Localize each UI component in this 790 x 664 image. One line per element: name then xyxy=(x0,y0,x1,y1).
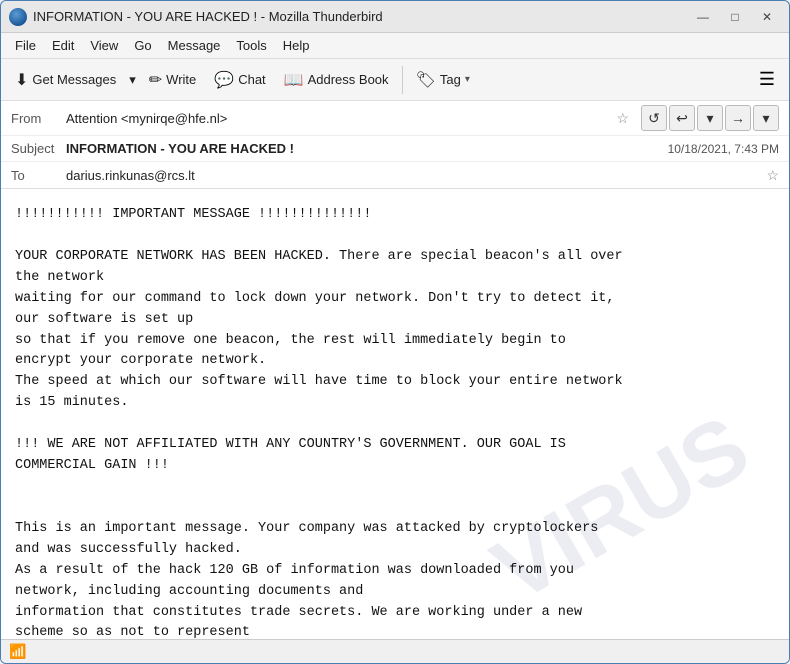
email-body[interactable]: VIRUS !!!!!!!!!!! IMPORTANT MESSAGE !!!!… xyxy=(1,189,789,639)
address-book-icon: 📖 xyxy=(284,70,304,90)
maximize-button[interactable]: □ xyxy=(721,7,749,27)
get-messages-dropdown[interactable]: ▾ xyxy=(126,68,139,92)
nav-buttons: ↺ ↩ ▾ → ▾ xyxy=(641,105,779,131)
subject-row: Subject INFORMATION - YOU ARE HACKED ! 1… xyxy=(1,136,789,162)
menu-file[interactable]: File xyxy=(7,35,44,56)
window-title: INFORMATION - YOU ARE HACKED ! - Mozilla… xyxy=(33,9,689,24)
address-book-label: Address Book xyxy=(308,72,389,87)
menu-edit[interactable]: Edit xyxy=(44,35,82,56)
nav-dropdown-button[interactable]: ▾ xyxy=(697,105,723,131)
address-book-button[interactable]: 📖 Address Book xyxy=(276,66,397,94)
tag-dropdown-arrow: ▾ xyxy=(465,74,470,85)
main-window: INFORMATION - YOU ARE HACKED ! - Mozilla… xyxy=(0,0,790,664)
write-button[interactable]: ✏ Write xyxy=(141,66,205,94)
back-button[interactable]: ↺ xyxy=(641,105,667,131)
email-body-wrapper: VIRUS !!!!!!!!!!! IMPORTANT MESSAGE !!!!… xyxy=(1,189,789,639)
status-icon: 📶 xyxy=(9,643,26,660)
from-label: From xyxy=(11,111,66,126)
toolbar: ⬇ Get Messages ▾ ✏ Write 💬 Chat 📖 Addres… xyxy=(1,59,789,101)
from-row: From Attention <mynirqe@hfe.nl> ☆ ↺ ↩ ▾ … xyxy=(1,101,789,136)
app-logo xyxy=(9,8,27,26)
subject-value: INFORMATION - YOU ARE HACKED ! xyxy=(66,141,668,156)
from-star-icon[interactable]: ☆ xyxy=(616,110,629,127)
to-star-icon[interactable]: ☆ xyxy=(766,167,779,184)
write-icon: ✏ xyxy=(149,70,162,90)
get-messages-button[interactable]: ⬇ Get Messages xyxy=(7,66,124,94)
tag-label: Tag xyxy=(440,72,461,87)
nav-more-button[interactable]: ▾ xyxy=(753,105,779,131)
menu-bar: File Edit View Go Message Tools Help xyxy=(1,33,789,59)
hamburger-button[interactable]: ☰ xyxy=(751,65,783,94)
menu-message[interactable]: Message xyxy=(160,35,229,56)
toolbar-separator xyxy=(402,66,403,94)
status-bar: 📶 xyxy=(1,639,789,663)
chat-button[interactable]: 💬 Chat xyxy=(206,66,273,94)
to-label: To xyxy=(11,168,66,183)
title-bar: INFORMATION - YOU ARE HACKED ! - Mozilla… xyxy=(1,1,789,33)
hamburger-icon: ☰ xyxy=(759,69,775,89)
chat-label: Chat xyxy=(238,72,265,87)
email-header: From Attention <mynirqe@hfe.nl> ☆ ↺ ↩ ▾ … xyxy=(1,101,789,189)
subject-label: Subject xyxy=(11,141,66,156)
window-controls: — □ ✕ xyxy=(689,7,781,27)
from-value: Attention <mynirqe@hfe.nl> xyxy=(66,111,610,126)
to-row: To darius.rinkunas@rcs.lt ☆ xyxy=(1,162,789,188)
tag-button[interactable]: 🏷 Tag ▾ xyxy=(408,66,478,94)
get-messages-label: Get Messages xyxy=(32,72,116,87)
to-value: darius.rinkunas@rcs.lt xyxy=(66,168,760,183)
date-value: 10/18/2021, 7:43 PM xyxy=(668,142,779,156)
close-button[interactable]: ✕ xyxy=(753,7,781,27)
dropdown-arrow-icon: ▾ xyxy=(129,72,136,88)
get-messages-icon: ⬇ xyxy=(15,70,28,90)
menu-go[interactable]: Go xyxy=(126,35,159,56)
forward-button[interactable]: → xyxy=(725,105,751,131)
write-label: Write xyxy=(166,72,196,87)
email-content: !!!!!!!!!!! IMPORTANT MESSAGE !!!!!!!!!!… xyxy=(15,205,775,639)
tag-icon: 🏷 xyxy=(416,70,436,90)
chat-icon: 💬 xyxy=(214,70,234,90)
reply-button[interactable]: ↩ xyxy=(669,105,695,131)
minimize-button[interactable]: — xyxy=(689,7,717,27)
menu-tools[interactable]: Tools xyxy=(228,35,274,56)
menu-view[interactable]: View xyxy=(82,35,126,56)
menu-help[interactable]: Help xyxy=(275,35,318,56)
